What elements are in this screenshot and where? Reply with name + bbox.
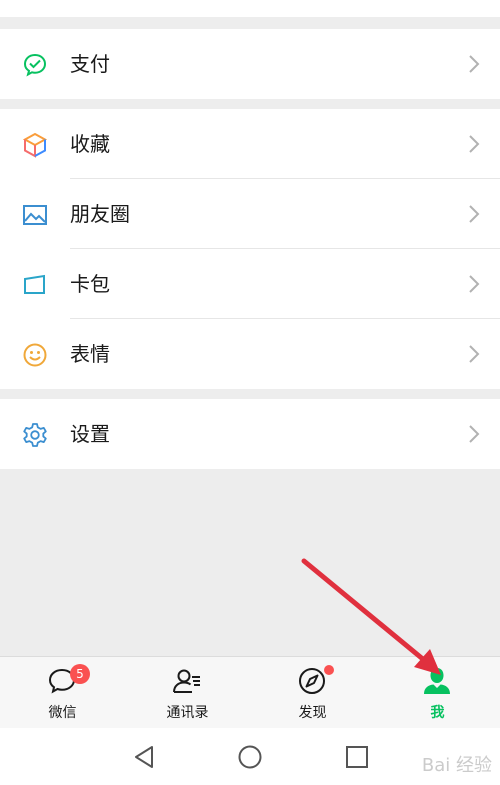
menu-item-moments[interactable]: 朋友圈 xyxy=(0,179,500,249)
menu-item-label: 表情 xyxy=(70,342,110,366)
menu-item-favorites[interactable]: 收藏 xyxy=(0,109,500,179)
tab-chats[interactable]: 5 微信 xyxy=(0,657,125,729)
menu-item-label: 卡包 xyxy=(70,272,110,296)
person-icon xyxy=(421,665,453,697)
settings-group: 设置 xyxy=(0,399,500,469)
menu-item-label: 设置 xyxy=(70,422,110,446)
top-section-remnant xyxy=(0,0,500,17)
features-group: 收藏 朋友圈 卡包 表情 xyxy=(0,109,500,389)
cube-icon xyxy=(21,131,49,159)
gear-icon xyxy=(21,421,49,449)
chevron-right-icon xyxy=(468,135,480,153)
tab-discover[interactable]: 发现 xyxy=(250,657,375,729)
menu-item-label: 收藏 xyxy=(70,132,110,156)
new-content-dot xyxy=(324,665,334,675)
menu-item-settings[interactable]: 设置 xyxy=(0,399,500,469)
unread-badge: 5 xyxy=(70,664,90,684)
home-button[interactable] xyxy=(236,743,264,771)
picture-icon xyxy=(21,201,49,229)
pay-group: 支付 xyxy=(0,29,500,99)
menu-item-stickers[interactable]: 表情 xyxy=(0,319,500,389)
tab-label: 我 xyxy=(430,705,445,721)
back-button[interactable] xyxy=(130,743,158,771)
contacts-icon xyxy=(171,665,203,697)
watermark: Bai 经验 xyxy=(421,755,492,776)
chevron-right-icon xyxy=(468,55,480,73)
wallet-icon xyxy=(21,51,49,79)
menu-item-cards[interactable]: 卡包 xyxy=(0,249,500,319)
tab-label: 通讯录 xyxy=(166,705,209,721)
chevron-right-icon xyxy=(468,205,480,223)
recents-button[interactable] xyxy=(343,743,371,771)
tab-label: 发现 xyxy=(298,705,327,721)
chevron-right-icon xyxy=(468,425,480,443)
menu-item-label: 朋友圈 xyxy=(70,202,130,226)
menu-item-label: 支付 xyxy=(70,52,110,76)
smiley-icon xyxy=(21,341,49,369)
tab-contacts[interactable]: 通讯录 xyxy=(125,657,250,729)
card-wallet-icon xyxy=(21,271,49,299)
chevron-right-icon xyxy=(468,275,480,293)
tab-me[interactable]: 我 xyxy=(375,657,500,729)
chevron-right-icon xyxy=(468,345,480,363)
menu-item-pay[interactable]: 支付 xyxy=(0,29,500,99)
tab-label: 微信 xyxy=(48,705,77,721)
bottom-tab-bar: 5 微信 通讯录 发现 我 xyxy=(0,656,500,729)
